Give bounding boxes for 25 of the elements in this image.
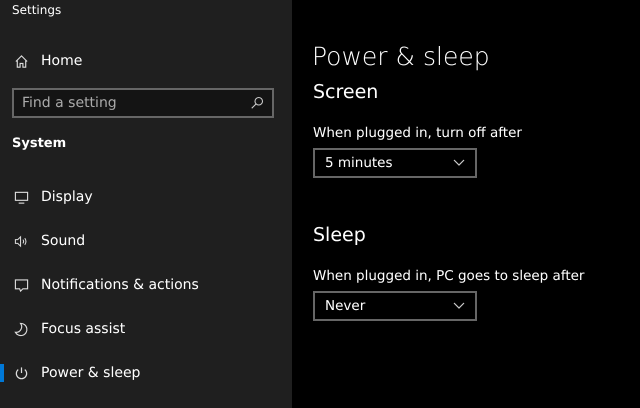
sidebar-item[interactable]: Sound — [0, 219, 96, 263]
display-icon — [14, 190, 29, 204]
group-heading: Sleep — [313, 224, 366, 246]
section-heading: System — [11, 136, 66, 151]
dropdown[interactable]: Never — [313, 291, 477, 321]
speech-bubble-icon — [14, 278, 29, 292]
speaker-icon — [14, 234, 29, 248]
search-field[interactable]: Find a setting — [12, 88, 274, 118]
sidebar-item[interactable]: Power & sleep — [0, 351, 150, 395]
dropdown[interactable]: 5 minutes — [313, 148, 477, 178]
home-icon — [14, 54, 29, 68]
chevron-down-icon — [453, 302, 465, 310]
chevron-down-icon — [453, 159, 465, 167]
moon-icon — [14, 322, 29, 336]
sidebar-item[interactable]: Focus assist — [0, 307, 136, 351]
group-heading: Screen — [313, 81, 378, 103]
sidebar-item[interactable]: Display — [0, 175, 103, 219]
power-icon — [14, 366, 29, 380]
search-icon — [250, 96, 264, 110]
page-title: Power & sleep — [312, 42, 490, 71]
setting-label: When plugged in, turn off after — [313, 125, 522, 141]
window-title: Settings — [11, 2, 62, 19]
home-link[interactable]: Home — [0, 40, 92, 82]
sidebar-item[interactable]: Notifications & actions — [0, 263, 209, 307]
setting-label: When plugged in, PC goes to sleep after — [313, 268, 584, 284]
